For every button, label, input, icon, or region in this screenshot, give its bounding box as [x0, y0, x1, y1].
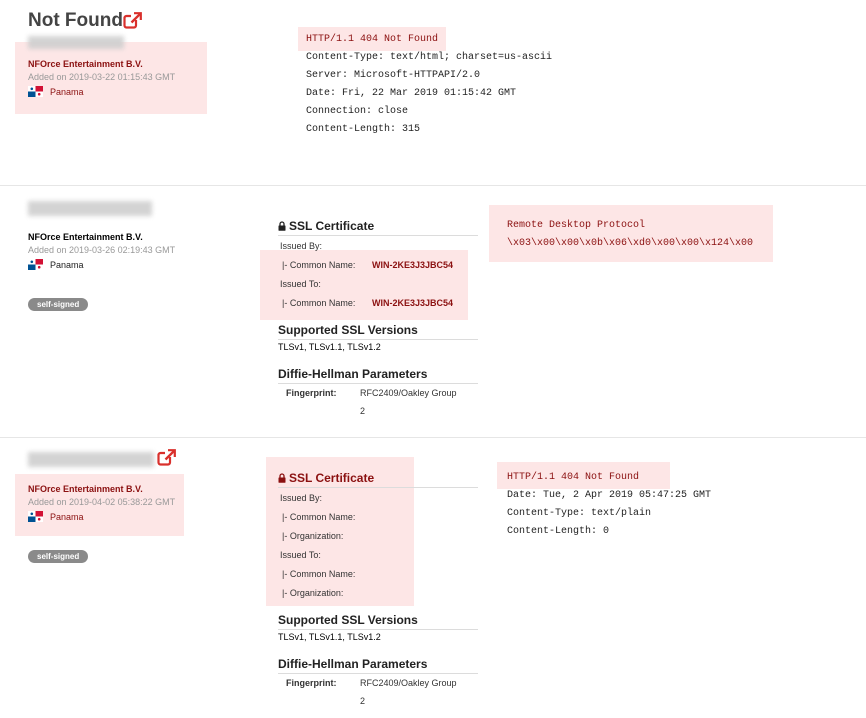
redacted-ip-address — [28, 201, 152, 216]
added-date: Added on 2019-03-26 02:19:43 GMT — [28, 245, 176, 255]
organization-link[interactable]: NFOrce Entertainment B.V. — [28, 484, 143, 494]
issued-to-label: Issued To: — [280, 550, 321, 560]
record-divider — [0, 185, 866, 186]
self-signed-tag[interactable]: self-signed — [28, 550, 89, 563]
banner-line: Content-Type: text/plain — [507, 508, 652, 519]
banner-line: Server: Microsoft-HTTPAPI/2.0 — [306, 70, 481, 81]
common-name-label: |- Common Name: — [282, 569, 356, 579]
http-status-line: HTTP/1.1 404 Not Found — [306, 34, 439, 45]
rdp-banner-title: Remote Desktop Protocol — [507, 220, 646, 231]
banner-line: Content-Length: 0 — [507, 526, 610, 537]
diffie-hellman-heading: Diffie-Hellman Parameters — [278, 367, 428, 381]
added-date: Added on 2019-03-22 01:15:43 GMT — [28, 72, 176, 82]
ssl-versions-value: TLSv1, TLSv1.1, TLSv1.2 — [278, 632, 381, 642]
banner-line: Content-Length: 315 — [306, 124, 421, 135]
redacted-ip-address — [28, 452, 154, 467]
heading-underline — [278, 629, 478, 630]
added-date: Added on 2019-04-02 05:38:22 GMT — [28, 497, 176, 507]
supported-ssl-versions-heading: Supported SSL Versions — [278, 613, 418, 627]
heading-underline — [278, 487, 478, 488]
panama-flag-icon — [28, 86, 43, 97]
redacted-ip-address — [28, 36, 124, 49]
issued-to-label: Issued To: — [280, 279, 321, 289]
heading-underline — [278, 339, 478, 340]
page-title: Not Found — [28, 10, 123, 31]
country-link[interactable]: Panama — [50, 260, 84, 270]
issuer-common-name: WIN-2KE3J3JBC54 — [372, 260, 454, 270]
common-name-label: |- Common Name: — [282, 260, 356, 270]
supported-ssl-versions-heading: Supported SSL Versions — [278, 323, 418, 337]
rdp-banner-data: \x03\x00\x00\x0b\x06\xd0\x00\x00\x124\x0… — [507, 238, 754, 249]
country-link[interactable]: Panama — [50, 512, 84, 522]
fingerprint-value-cont: 2 — [360, 406, 366, 416]
organization-label: |- Organization: — [282, 588, 344, 598]
issued-by-label: Issued By: — [280, 241, 323, 251]
banner-line: Date: Fri, 22 Mar 2019 01:15:42 GMT — [306, 88, 517, 99]
banner-line: Date: Tue, 2 Apr 2019 05:47:25 GMT — [507, 490, 712, 501]
fingerprint-label: Fingerprint: — [286, 388, 337, 398]
ssl-certificate-title: SSL Certificate — [289, 219, 375, 233]
heading-underline — [278, 235, 478, 236]
external-link-icon[interactable] — [123, 12, 142, 29]
external-link-icon[interactable] — [157, 449, 176, 466]
common-name-label: |- Common Name: — [282, 512, 356, 522]
ssl-certificate-title: SSL Certificate — [289, 471, 375, 485]
record-divider — [0, 437, 866, 438]
lock-icon — [278, 221, 286, 231]
organization-label: |- Organization: — [282, 531, 344, 541]
heading-underline — [278, 673, 478, 674]
diffie-hellman-heading: Diffie-Hellman Parameters — [278, 657, 428, 671]
issued-by-label: Issued By: — [280, 493, 323, 503]
country-link[interactable]: Panama — [50, 87, 84, 97]
ssl-certificate-heading: SSL Certificate — [278, 219, 374, 233]
ssl-versions-value: TLSv1, TLSv1.1, TLSv1.2 — [278, 342, 381, 352]
fingerprint-value-cont: 2 — [360, 696, 366, 706]
panama-flag-icon — [28, 259, 43, 270]
banner-line: Content-Type: text/html; charset=us-asci… — [306, 52, 553, 63]
subject-common-name: WIN-2KE3J3JBC54 — [372, 298, 454, 308]
panama-flag-icon — [28, 511, 43, 522]
self-signed-tag[interactable]: self-signed — [28, 298, 89, 311]
common-name-label: |- Common Name: — [282, 298, 356, 308]
banner-line: Connection: close — [306, 106, 409, 117]
highlight-record2-banner — [489, 205, 773, 262]
fingerprint-value: RFC2409/Oakley Group — [360, 678, 457, 688]
lock-icon — [278, 473, 286, 483]
fingerprint-label: Fingerprint: — [286, 678, 337, 688]
organization-link[interactable]: NFOrce Entertainment B.V. — [28, 232, 143, 242]
ssl-certificate-heading: SSL Certificate — [278, 471, 374, 485]
http-status-line: HTTP/1.1 404 Not Found — [507, 472, 640, 483]
organization-link[interactable]: NFOrce Entertainment B.V. — [28, 59, 143, 69]
fingerprint-value: RFC2409/Oakley Group — [360, 388, 457, 398]
heading-underline — [278, 383, 478, 384]
